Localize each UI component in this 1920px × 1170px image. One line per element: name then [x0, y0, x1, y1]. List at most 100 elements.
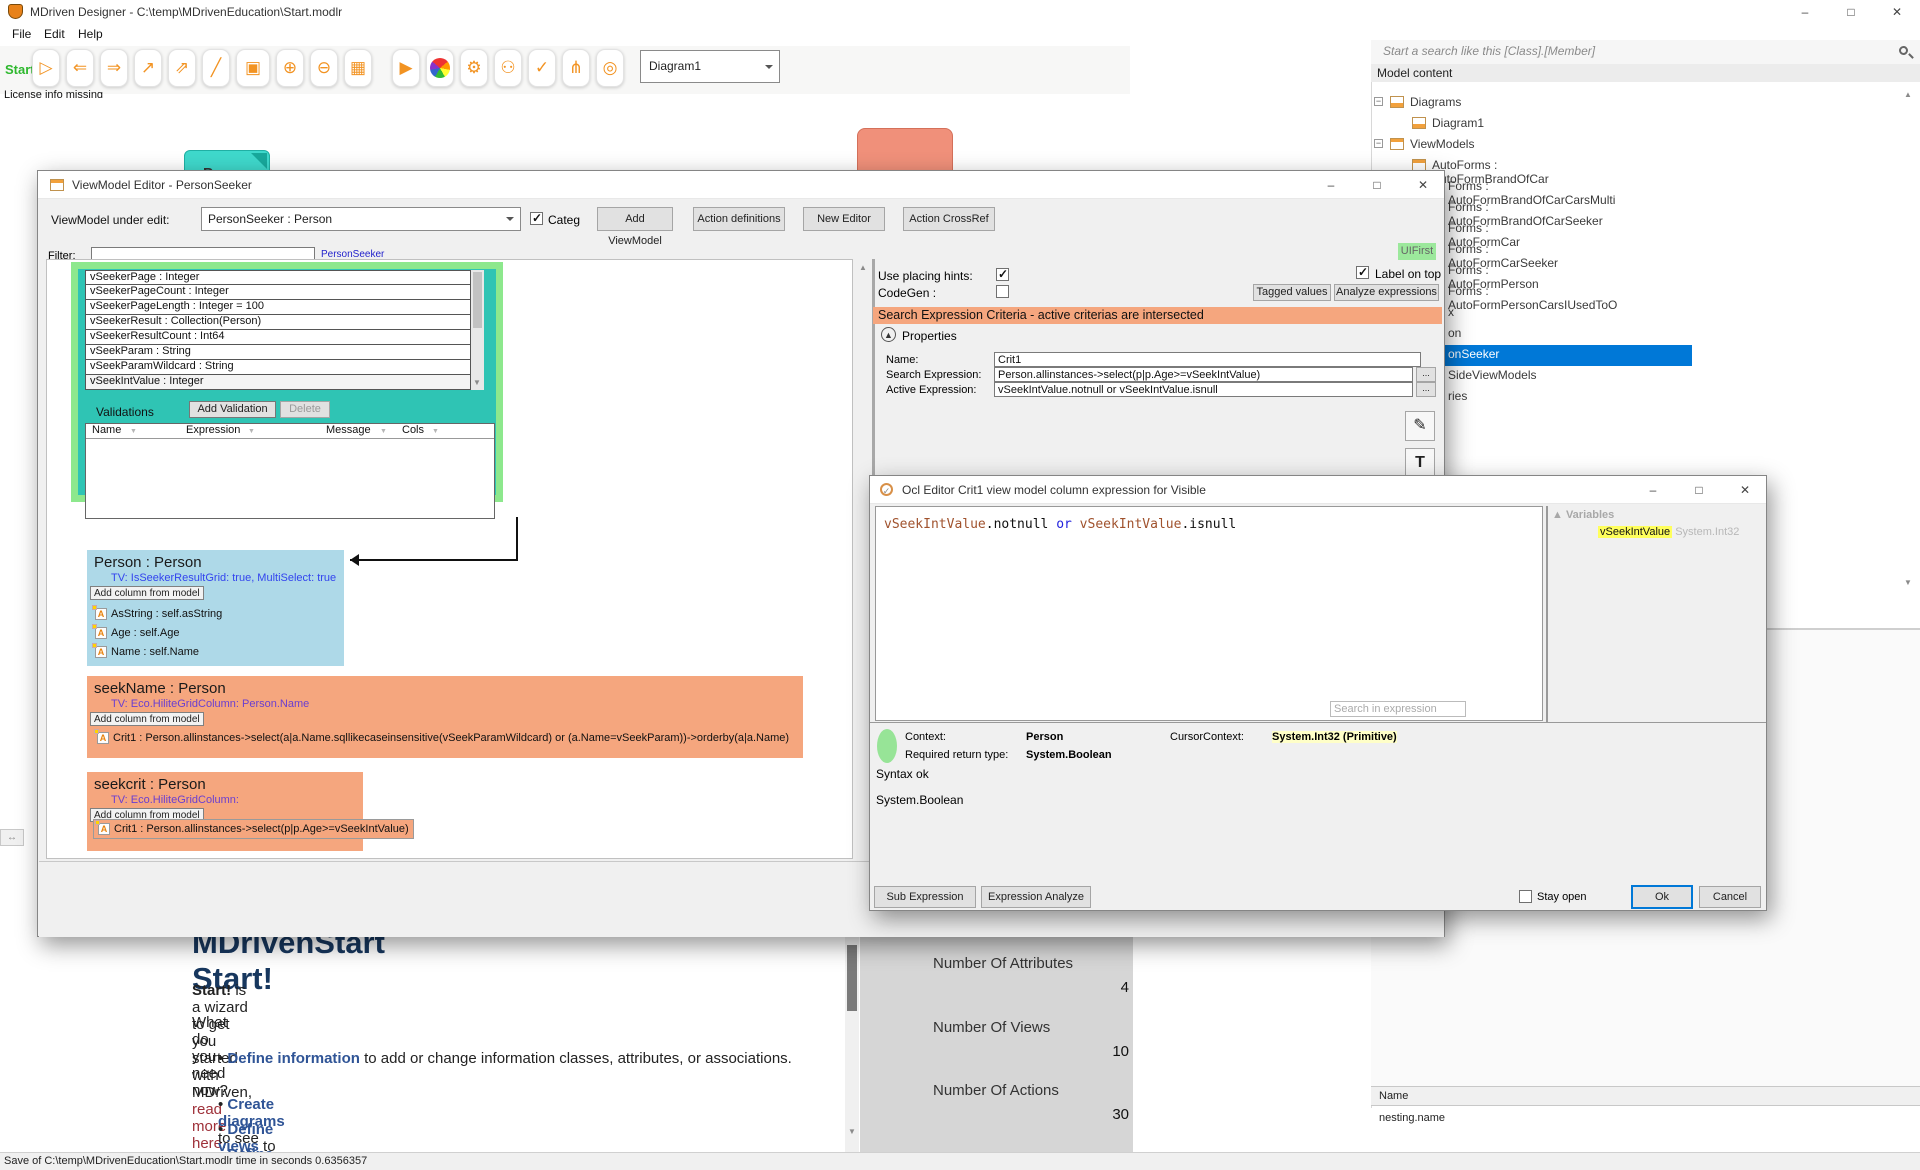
vm-column-selected[interactable]: A Crit1 : Person.allinstances->select(p|…	[93, 819, 414, 839]
scroll-down-icon[interactable]: ▼	[1904, 578, 1912, 587]
add-column-button[interactable]: Add column from model	[90, 586, 204, 600]
list-item[interactable]: vSeekerResultCount : Int64	[85, 330, 471, 345]
minimize-button[interactable]: –	[1308, 173, 1354, 197]
sub-expression-button[interactable]: Sub Expression	[874, 886, 976, 908]
close-button[interactable]: ✕	[1400, 173, 1446, 197]
tagged-values-button[interactable]: Tagged values	[1253, 284, 1331, 301]
cancel-button[interactable]: Cancel	[1699, 886, 1761, 908]
toolbar-button[interactable]: ▶	[392, 49, 420, 87]
column-header[interactable]: Message	[326, 424, 371, 436]
new-editor-button[interactable]: New Editor	[803, 207, 885, 231]
toolbar-button[interactable]: ▦	[344, 49, 372, 87]
crit-name-input[interactable]: Crit1	[994, 352, 1421, 367]
toolbar-button[interactable]	[426, 49, 454, 87]
categ-checkbox[interactable]	[530, 212, 543, 225]
collapse-icon[interactable]: −	[1374, 97, 1383, 106]
collapse-icon[interactable]: −	[1374, 139, 1383, 148]
tree-item-personseeker[interactable]: onSeeker	[1445, 345, 1692, 366]
toolbar-button[interactable]: ⇗	[168, 49, 196, 87]
maximize-button[interactable]: □	[1354, 173, 1400, 197]
define-information-link[interactable]: Define information	[227, 1050, 360, 1067]
search-input[interactable]: Start a search like this [Class].[Member…	[1383, 44, 1595, 58]
toolbar-button[interactable]: ✓	[528, 49, 556, 87]
menu-help[interactable]: Help	[78, 27, 103, 41]
close-button[interactable]: ✕	[1722, 478, 1768, 502]
column-header[interactable]: Name	[92, 424, 121, 436]
vm-box-seekname[interactable]: seekName : Person TV: Eco.HiliteGridColu…	[87, 676, 803, 758]
filter-funnel-icon[interactable]: ▼	[432, 428, 439, 435]
filter-funnel-icon[interactable]: ▼	[380, 428, 387, 435]
model-search[interactable]: Start a search like this [Class].[Member…	[1371, 40, 1920, 64]
collapse-circle-icon[interactable]: ▲	[881, 327, 896, 342]
delete-validation-button[interactable]: Delete	[280, 401, 330, 418]
analyze-expressions-button[interactable]: Analyze expressions	[1334, 284, 1439, 301]
scroll-down-icon[interactable]: ▼	[473, 378, 481, 387]
toolbar-button[interactable]: ⚙	[460, 49, 488, 87]
list-item[interactable]: vSeekerPage : Integer	[85, 270, 471, 285]
search-expression-ellipsis-button[interactable]: ...	[1416, 367, 1436, 382]
codegen-checkbox[interactable]	[996, 285, 1009, 298]
list-item[interactable]: vSeekIntValue : Integer	[85, 375, 471, 390]
menu-file[interactable]: File	[12, 27, 31, 41]
wizard-scrollbar[interactable]: ▼	[845, 937, 859, 1152]
list-item[interactable]: vSeekerPageCount : Integer	[85, 285, 471, 300]
list-item[interactable]: vSeekerPageLength : Integer = 100	[85, 300, 471, 315]
use-placing-hints-checkbox[interactable]	[996, 268, 1009, 281]
list-item[interactable]: vSeekerResult : Collection(Person)	[85, 315, 471, 330]
close-button[interactable]: ✕	[1874, 0, 1920, 24]
search-in-expression-input[interactable]: Search in expression	[1330, 701, 1466, 717]
column-header[interactable]: Expression	[186, 424, 240, 436]
field-list-scrollbar[interactable]: ▼	[471, 270, 484, 390]
stay-open-checkbox[interactable]	[1519, 890, 1532, 903]
scrollbar-thumb[interactable]	[847, 945, 857, 1011]
filter-funnel-icon[interactable]: ▼	[248, 428, 255, 435]
scroll-down-icon[interactable]: ▼	[848, 1127, 856, 1136]
diagram-select[interactable]: Diagram1	[640, 50, 780, 83]
property-name-value[interactable]: nesting.name	[1371, 1108, 1920, 1152]
scroll-up-icon[interactable]: ▲	[1904, 90, 1912, 99]
toolbar-button[interactable]: ↗	[134, 49, 162, 87]
search-icon[interactable]	[1899, 46, 1908, 55]
variable-row[interactable]: vSeekIntValue System.Int32	[1598, 526, 1739, 538]
add-viewmodel-button[interactable]: Add ViewModel	[597, 207, 673, 231]
maximize-button[interactable]: □	[1676, 478, 1722, 502]
filter-funnel-icon[interactable]: ▼	[130, 428, 137, 435]
action-crossref-button[interactable]: Action CrossRef	[903, 207, 995, 231]
vm-box-seekcrit[interactable]: seekcrit : Person TV: Eco.HiliteGridColu…	[87, 772, 363, 851]
toolbar-button[interactable]: ◎	[596, 49, 624, 87]
toolbar-button[interactable]: ▷	[32, 49, 60, 87]
minimize-button[interactable]: –	[1630, 478, 1676, 502]
toolbar-button[interactable]: ╱	[202, 49, 230, 87]
add-validation-button[interactable]: Add Validation	[189, 401, 276, 418]
column-header[interactable]: Cols	[402, 424, 424, 436]
scroll-up-icon[interactable]: ▲	[859, 263, 867, 272]
toolbar-button[interactable]: ⋔	[562, 49, 590, 87]
vm-box-person[interactable]: Person : Person TV: IsSeekerResultGrid: …	[87, 550, 344, 666]
toolbar-button[interactable]: ⇒	[100, 49, 128, 87]
list-item[interactable]: vSeekParam : String	[85, 345, 471, 360]
action-definitions-button[interactable]: Action definitions	[693, 207, 785, 231]
active-expression-input[interactable]: vSeekIntValue.notnull or vSeekIntValue.i…	[994, 382, 1413, 397]
toolbar-button[interactable]: ⚇	[494, 49, 522, 87]
search-expression-input[interactable]: Person.allinstances->select(p|p.Age>=vSe…	[994, 367, 1413, 382]
expression-analyze-button[interactable]: Expression Analyze	[981, 886, 1091, 908]
viewmodel-under-edit-select[interactable]: PersonSeeker : Person	[201, 207, 521, 231]
text-button[interactable]: T	[1405, 448, 1435, 478]
menu-edit[interactable]: Edit	[44, 27, 65, 41]
toolbar-button[interactable]: ⊖	[310, 49, 338, 87]
maximize-button[interactable]: □	[1828, 0, 1874, 24]
toolbar-button[interactable]: ▣	[236, 49, 270, 87]
edit-expression-button[interactable]: ✎	[1405, 411, 1435, 441]
ocl-expression-editor[interactable]: vSeekIntValue.notnull or vSeekIntValue.i…	[875, 506, 1543, 721]
ok-button[interactable]: Ok	[1631, 885, 1693, 909]
label-on-top-checkbox[interactable]	[1356, 266, 1369, 279]
minimize-button[interactable]: –	[1782, 0, 1828, 24]
add-column-button[interactable]: Add column from model	[90, 712, 204, 726]
scrollbar-thumb[interactable]	[473, 272, 482, 328]
list-item[interactable]: vSeekParamWildcard : String	[85, 360, 471, 375]
toolbar-button[interactable]: ⊕	[276, 49, 304, 87]
toolbar-button[interactable]: ⇐	[66, 49, 94, 87]
active-expression-ellipsis-button[interactable]: ...	[1416, 382, 1436, 397]
h-scrollbar-fragment[interactable]: ↔	[0, 829, 24, 846]
vm-canvas-scrollbar[interactable]: ▲	[856, 259, 870, 859]
